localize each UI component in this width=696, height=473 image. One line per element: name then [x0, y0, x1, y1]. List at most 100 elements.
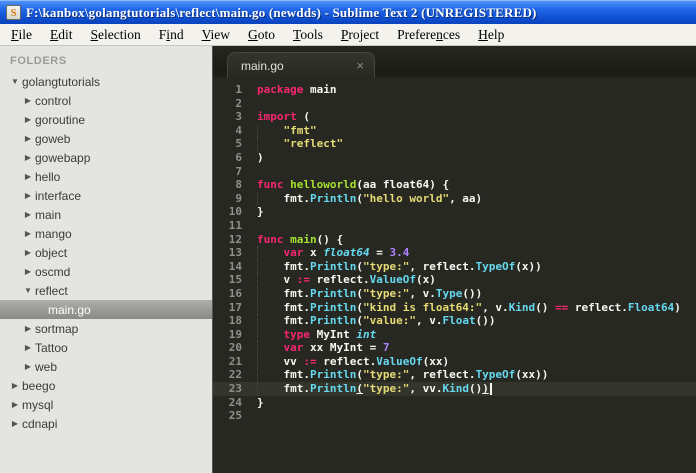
- menu-help[interactable]: Help: [469, 25, 513, 45]
- chevron-right-icon[interactable]: ▶: [21, 153, 35, 162]
- code-line[interactable]: 25: [213, 409, 696, 423]
- folder-item-reflect[interactable]: ▼ reflect: [0, 281, 212, 300]
- chevron-right-icon[interactable]: ▶: [21, 172, 35, 181]
- folder-item-tattoo[interactable]: ▶ Tattoo: [0, 338, 212, 357]
- file-item-main.go[interactable]: main.go: [0, 300, 212, 319]
- code-token: helloworld: [290, 178, 357, 192]
- menu-goto[interactable]: Goto: [239, 25, 284, 45]
- chevron-right-icon[interactable]: ▶: [21, 115, 35, 124]
- code-token: main: [290, 232, 317, 246]
- code-token: ()): [475, 314, 496, 328]
- code-token: ): [482, 382, 489, 396]
- chevron-down-icon[interactable]: ▼: [8, 77, 22, 86]
- code-token: (): [468, 382, 483, 396]
- code-line[interactable]: 7: [213, 165, 696, 179]
- folder-item-goweb[interactable]: ▶ goweb: [0, 129, 212, 148]
- chevron-right-icon[interactable]: ▶: [21, 248, 35, 257]
- menu-file[interactable]: File: [2, 25, 41, 45]
- code-line[interactable]: 9 fmt.Println("hello world", aa): [213, 191, 696, 206]
- line-number: 4: [235, 123, 242, 137]
- code-token: :=: [303, 354, 317, 368]
- code-token: Println: [309, 259, 357, 273]
- folder-item-beego[interactable]: ▶ beego: [0, 376, 212, 395]
- code-line[interactable]: 24}: [213, 396, 696, 410]
- line-number: 17: [228, 300, 242, 314]
- code-token: , v.: [415, 314, 443, 328]
- chevron-right-icon[interactable]: ▶: [8, 400, 22, 409]
- code-line-content: package main: [257, 83, 696, 97]
- chevron-right-icon[interactable]: ▶: [21, 134, 35, 143]
- code-line[interactable]: 15 v := reflect.ValueOf(x): [213, 273, 696, 287]
- chevron-right-icon[interactable]: ▶: [21, 210, 35, 219]
- menu-bar: File Edit Selection Find View Goto Tools Projec…: [0, 24, 696, 46]
- code-line[interactable]: 11: [213, 219, 696, 233]
- folder-item-oscmd[interactable]: ▶ oscmd: [0, 262, 212, 281]
- code-line-content: fmt.Println("type:", vv.Kind()): [257, 382, 696, 396]
- folder-item-sortmap[interactable]: ▶ sortmap: [0, 319, 212, 338]
- folder-item-web[interactable]: ▶ web: [0, 357, 212, 376]
- code-line[interactable]: 20 var xx MyInt = 7: [213, 341, 696, 355]
- folder-item-goroutine[interactable]: ▶ goroutine: [0, 110, 212, 129]
- folder-item-cdnapi[interactable]: ▶ cdnapi: [0, 414, 212, 433]
- code-token: "kind is float64:": [362, 300, 483, 314]
- code-line-content: fmt.Println("kind is float64:", v.Kind()…: [257, 300, 696, 315]
- code-line[interactable]: 21 vv := reflect.ValueOf(xx): [213, 354, 696, 369]
- code-line[interactable]: 23 fmt.Println("type:", vv.Kind()): [213, 382, 696, 396]
- folder-item-golangtutorials[interactable]: ▼ golangtutorials: [0, 72, 212, 91]
- menu-edit[interactable]: Edit: [41, 25, 82, 45]
- folder-item-hello[interactable]: ▶ hello: [0, 167, 212, 186]
- chevron-right-icon[interactable]: ▶: [21, 191, 35, 200]
- chevron-down-icon[interactable]: ▼: [21, 286, 35, 295]
- code-line[interactable]: 8 func helloworld(aa float64) {: [213, 178, 696, 192]
- chevron-right-icon[interactable]: ▶: [21, 96, 35, 105]
- code-line[interactable]: 12 func main() {: [213, 233, 696, 247]
- code-token: v: [283, 273, 297, 287]
- code-token: reflect.: [316, 354, 377, 368]
- chevron-right-icon[interactable]: ▶: [21, 324, 35, 333]
- code-line[interactable]: 19 type MyInt int: [213, 327, 696, 342]
- code-token: fmt.: [283, 382, 310, 396]
- code-line[interactable]: 6): [213, 151, 696, 165]
- chevron-right-icon[interactable]: ▶: [21, 343, 35, 352]
- menu-view[interactable]: View: [193, 25, 239, 45]
- code-line[interactable]: 10}: [213, 205, 696, 219]
- chevron-right-icon[interactable]: ▶: [21, 267, 35, 276]
- code-line[interactable]: 18 fmt.Println("value:", v.Float()): [213, 314, 696, 328]
- chevron-right-icon[interactable]: ▶: [21, 229, 35, 238]
- code-line[interactable]: 3 import (: [213, 110, 696, 124]
- code-line[interactable]: 13 var x float64 = 3.4: [213, 246, 696, 260]
- tab-close-icon[interactable]: ×: [356, 59, 364, 72]
- menu-preferences[interactable]: Preferences: [388, 25, 469, 45]
- menu-selection[interactable]: Selection: [82, 25, 150, 45]
- folder-item-main[interactable]: ▶ main: [0, 205, 212, 224]
- code-line[interactable]: 16 fmt.Println("type:", v.Type()): [213, 286, 696, 301]
- tab-main-go[interactable]: main.go ×: [227, 52, 375, 78]
- code-line[interactable]: 22 fmt.Println("type:", reflect.TypeOf(xx…: [213, 368, 696, 383]
- code-line[interactable]: 4 "fmt": [213, 123, 696, 138]
- code-line-content: ): [257, 151, 696, 165]
- folder-item-mysql[interactable]: ▶ mysql: [0, 395, 212, 414]
- folder-item-gowebapp[interactable]: ▶ gowebapp: [0, 148, 212, 167]
- code-line[interactable]: 5 "reflect": [213, 137, 696, 151]
- tree-item-label: control: [35, 93, 72, 108]
- folder-item-control[interactable]: ▶ control: [0, 91, 212, 110]
- menu-find[interactable]: Find: [150, 25, 193, 45]
- tree-item-label: sortmap: [35, 321, 79, 336]
- chevron-right-icon[interactable]: ▶: [21, 362, 35, 371]
- code-line[interactable]: 14 fmt.Println("type:", reflect.TypeOf(x)…: [213, 259, 696, 274]
- folder-item-object[interactable]: ▶ object: [0, 243, 212, 262]
- code-line[interactable]: 2: [213, 97, 696, 111]
- code-editor[interactable]: 1 package main 2 3 import (4 "fmt" 5 "reflect" 6…: [213, 78, 696, 473]
- window-title: F:\kanbox\golangtutorials\reflect\main.g…: [26, 4, 537, 20]
- code-line[interactable]: 1 package main: [213, 83, 696, 97]
- code-token: "type:": [362, 382, 410, 396]
- chevron-right-icon[interactable]: ▶: [8, 381, 22, 390]
- tree-item-label: interface: [35, 188, 82, 203]
- code-line[interactable]: 17 fmt.Println("kind is float64:", v.Kind…: [213, 300, 696, 315]
- menu-project[interactable]: Project: [332, 25, 388, 45]
- folder-item-mango[interactable]: ▶ mango: [0, 224, 212, 243]
- menu-tools[interactable]: Tools: [284, 25, 332, 45]
- code-line-content: fmt.Println("value:", v.Float()): [257, 314, 696, 328]
- folder-item-interface[interactable]: ▶ interface: [0, 186, 212, 205]
- chevron-right-icon[interactable]: ▶: [8, 419, 22, 428]
